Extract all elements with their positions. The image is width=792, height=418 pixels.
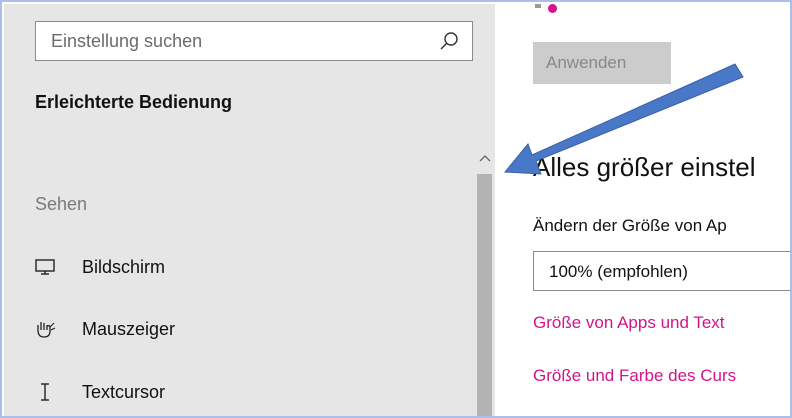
scrollbar-thumb[interactable] <box>477 174 492 416</box>
scroll-up-chevron-icon[interactable] <box>478 152 492 164</box>
monitor-icon <box>32 254 58 280</box>
size-setting-label: Ändern der Größe von Ap <box>533 216 727 235</box>
text-cursor-icon <box>32 379 58 405</box>
sidebar-scrollbar[interactable] <box>474 146 495 416</box>
link-cursor-size-color[interactable]: Größe und Farbe des Curs <box>533 366 736 386</box>
sidebar: Erleichterte Bedienung Sehen Bildschirm … <box>4 4 495 416</box>
apply-button[interactable]: Anwenden <box>533 42 671 84</box>
sidebar-item-mauszeiger[interactable]: Mauszeiger <box>32 309 452 349</box>
search-input[interactable] <box>36 22 451 60</box>
sidebar-item-bildschirm[interactable]: Bildschirm <box>32 247 452 287</box>
group-label-sehen: Sehen <box>35 194 88 214</box>
sidebar-item-textcursor[interactable]: Textcursor <box>32 372 452 412</box>
sidebar-item-label: Bildschirm <box>82 256 166 277</box>
section-title: Erleichterte Bedienung <box>35 92 233 112</box>
main-panel: Anwenden Alles größer einstel Ändern der… <box>495 4 790 416</box>
search-icon[interactable] <box>438 30 460 52</box>
partial-glyph <box>535 4 541 8</box>
sidebar-item-label: Textcursor <box>82 381 166 402</box>
window-frame: Erleichterte Bedienung Sehen Bildschirm … <box>0 0 792 418</box>
search-box[interactable] <box>35 21 473 61</box>
page-heading: Alles größer einstel <box>533 152 756 182</box>
mouse-pointer-icon <box>32 316 58 342</box>
accent-dot <box>548 4 557 13</box>
link-app-text-size[interactable]: Größe von Apps und Text <box>533 313 725 333</box>
sidebar-item-label: Mauszeiger <box>82 318 176 339</box>
scale-dropdown[interactable]: 100% (empfohlen) <box>533 251 790 291</box>
